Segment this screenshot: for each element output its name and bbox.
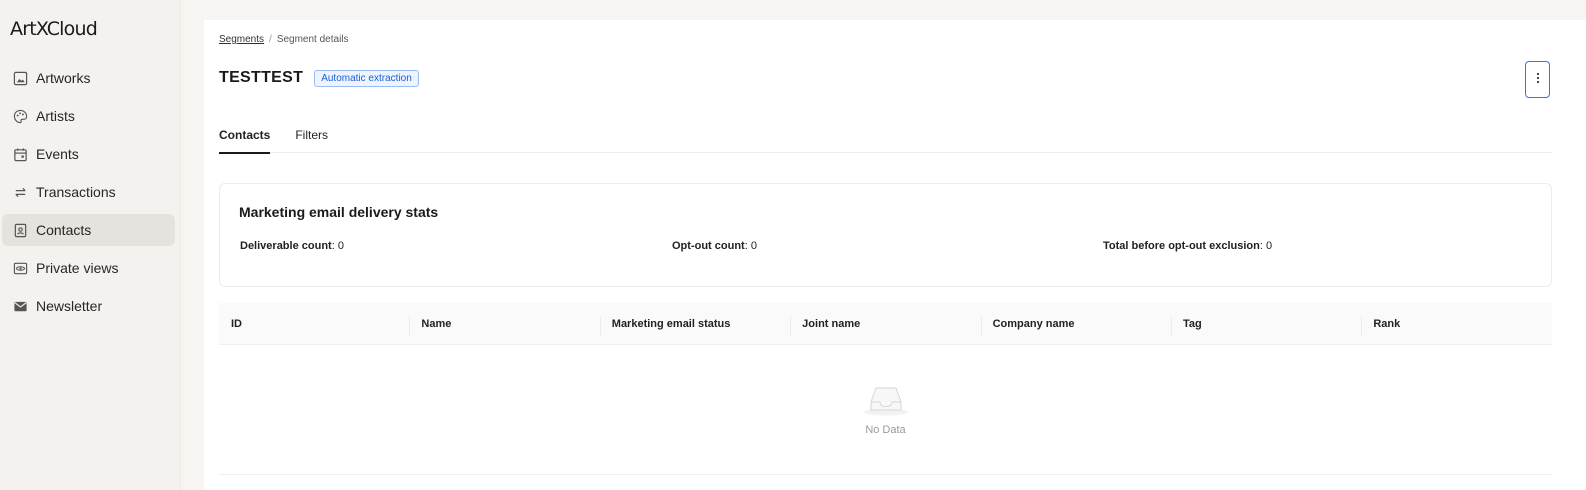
mail-icon [12,298,28,314]
sidebar-item-label: Events [36,146,79,162]
stat-value: 0 [337,240,344,252]
image-icon [12,70,28,86]
stats-title: Marketing email delivery stats [239,204,439,220]
breadcrumb-separator: / [269,34,272,45]
column-header-marketing-email-status[interactable]: Marketing email status [599,315,790,336]
stat-label: Total before opt-out exclusion [1103,240,1260,252]
column-header-rank[interactable]: Rank [1361,315,1551,336]
column-header-name[interactable]: Name [409,315,599,336]
calendar-icon [12,146,28,162]
empty-state: No Data [219,346,1552,475]
sidebar-item-label: Transactions [36,184,116,200]
more-vertical-icon [1536,71,1540,89]
inbox-icon [861,382,911,421]
stat-label: Deliverable count [240,240,332,252]
breadcrumb: Segments / Segment details [219,34,349,45]
sidebar: ArtXCloud Artworks Artists Events Transa… [0,0,181,490]
stat-total-before-opt-out: Total before opt-out exclusion: 0 [1103,240,1273,252]
sidebar-item-label: Artists [36,108,75,124]
more-actions-button[interactable] [1525,61,1550,98]
title-row: TESTTEST Automatic extraction [219,69,419,87]
sidebar-item-label: Private views [36,260,119,276]
status-badge: Automatic extraction [314,69,419,87]
stat-value: 0 [1265,240,1273,252]
contact-card-icon [12,222,28,238]
column-header-id[interactable]: ID [219,318,409,330]
stat-opt-out-count: Opt-out count: 0 [672,240,757,252]
sidebar-item-private-views[interactable]: Private views [2,252,175,284]
page-title: TESTTEST [219,69,304,86]
sidebar-item-label: Artworks [36,70,91,86]
breadcrumb-link-segments[interactable]: Segments [219,34,264,45]
sidebar-item-transactions[interactable]: Transactions [2,176,175,208]
main-content: Segments / Segment details TESTTEST Automa… [204,20,1586,490]
empty-text: No Data [865,424,906,436]
sidebar-item-label: Newsletter [36,298,103,314]
sidebar-item-label: Contacts [36,222,92,238]
breadcrumb-current: Segment details [276,34,349,45]
column-header-company-name[interactable]: Company name [980,315,1171,336]
stats-card: Marketing email delivery stats Deliverab… [219,183,1552,287]
stat-deliverable-count: Deliverable count: 0 [240,240,344,252]
stat-label: Opt-out count [672,240,745,252]
column-header-joint-name[interactable]: Joint name [790,315,980,336]
sidebar-item-newsletter[interactable]: Newsletter [2,290,175,322]
stat-value: 0 [750,240,757,252]
sidebar-item-artworks[interactable]: Artworks [2,62,175,94]
app-logo[interactable]: ArtXCloud [10,18,98,40]
column-header-tag[interactable]: Tag [1170,315,1361,336]
contacts-table: ID Name Marketing email status Joint nam… [219,303,1552,475]
sidebar-item-events[interactable]: Events [2,138,175,170]
tab-filters[interactable]: Filters [295,122,328,153]
palette-icon [12,108,28,124]
eye-icon [12,260,28,276]
tab-contacts[interactable]: Contacts [219,122,271,154]
tabs: Contacts Filters [219,122,1552,154]
sidebar-nav: Artworks Artists Events Transactions Con… [0,62,181,328]
table-header: ID Name Marketing email status Joint nam… [219,303,1552,345]
swap-arrows-icon [12,184,28,200]
sidebar-item-artists[interactable]: Artists [2,100,175,132]
sidebar-item-contacts[interactable]: Contacts [2,214,175,246]
